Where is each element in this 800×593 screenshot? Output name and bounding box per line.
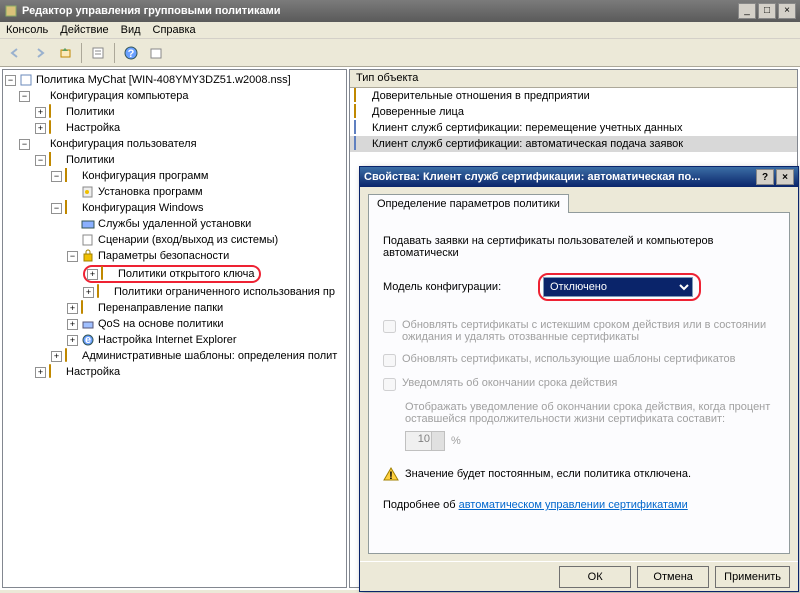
apply-button[interactable]: Применить	[715, 566, 790, 588]
app-icon	[4, 4, 18, 18]
dialog-help-button[interactable]: ?	[756, 169, 774, 185]
tab-policy-definition[interactable]: Определение параметров политики	[368, 194, 569, 213]
checkbox-label: Уведомлять об окончании срока действия	[402, 377, 617, 389]
help-toolbar-button[interactable]: ?	[120, 42, 142, 64]
checkbox-label: Обновлять сертификаты с истекшим сроком …	[402, 319, 775, 343]
options-button[interactable]	[87, 42, 109, 64]
notify-description: Отображать уведомление об окончании срок…	[405, 401, 775, 425]
list-item-label: Доверительные отношения в предприятии	[372, 90, 590, 102]
config-model-select[interactable]: Отключено	[543, 277, 693, 297]
list-item[interactable]: Клиент служб сертификации: автоматическа…	[350, 136, 797, 152]
collapse-icon[interactable]: −	[67, 251, 78, 262]
toolbar: ?	[0, 39, 800, 67]
tree-comp-settings[interactable]: Настройка	[66, 122, 120, 134]
expand-icon[interactable]: +	[35, 123, 46, 134]
ok-button[interactable]: ОК	[559, 566, 631, 588]
collapse-icon[interactable]: −	[19, 139, 30, 150]
tree-qos[interactable]: QoS на основе политики	[98, 318, 224, 330]
collapse-icon[interactable]: −	[35, 155, 46, 166]
tree-windows-config[interactable]: Конфигурация Windows	[82, 202, 204, 214]
list-item-label: Клиент служб сертификации: автоматическа…	[372, 138, 683, 150]
collapse-icon[interactable]: −	[19, 91, 30, 102]
collapse-icon[interactable]: −	[5, 75, 16, 86]
checkbox-notify-expiry	[383, 378, 396, 391]
svg-text:?: ?	[128, 48, 135, 60]
tree-user-config[interactable]: Конфигурация пользователя	[50, 138, 197, 150]
list-item[interactable]: Доверительные отношения в предприятии	[350, 88, 797, 104]
menu-view[interactable]: Вид	[121, 24, 141, 36]
tree-folder-redirect[interactable]: Перенаправление папки	[98, 302, 223, 314]
dialog-close-button[interactable]: ×	[776, 169, 794, 185]
tree-ie-settings[interactable]: Настройка Internet Explorer	[98, 334, 237, 346]
tree-user-settings[interactable]: Настройка	[66, 366, 120, 378]
properties-dialog: Свойства: Клиент служб сертификации: авт…	[359, 166, 799, 592]
tree-computer-config[interactable]: Конфигурация компьютера	[50, 90, 188, 102]
main-titlebar: Редактор управления групповыми политикам…	[0, 0, 800, 22]
tree-security-params[interactable]: Параметры безопасности	[98, 250, 229, 262]
maximize-button[interactable]: □	[758, 3, 776, 19]
dialog-title: Свойства: Клиент служб сертификации: авт…	[364, 171, 754, 183]
menu-console[interactable]: Консоль	[6, 24, 48, 36]
list-item[interactable]: Клиент служб сертификации: перемещение у…	[350, 120, 797, 136]
tree-scenarios[interactable]: Сценарии (вход/выход из системы)	[98, 234, 278, 246]
refresh-button[interactable]	[145, 42, 167, 64]
tree-pubkey-policies[interactable]: Политики открытого ключа	[118, 268, 254, 280]
svg-text:!: !	[389, 470, 393, 481]
collapse-icon[interactable]: −	[51, 171, 62, 182]
more-info-link[interactable]: автоматическом управлении сертификатами	[459, 499, 688, 511]
tree-restricted-policies[interactable]: Политики ограниченного использования пр	[114, 286, 335, 298]
expand-icon[interactable]: +	[35, 107, 46, 118]
config-model-label: Модель конфигурации:	[383, 281, 538, 293]
svg-text:e: e	[85, 334, 91, 346]
tree-user-policies[interactable]: Политики	[66, 154, 115, 166]
list-item[interactable]: Доверенные лица	[350, 104, 797, 120]
menu-help[interactable]: Справка	[153, 24, 196, 36]
list-item-label: Клиент служб сертификации: перемещение у…	[372, 122, 682, 134]
tree-remote-services[interactable]: Службы удаленной установки	[98, 218, 251, 230]
expand-icon[interactable]: +	[67, 319, 78, 330]
menu-bar: Консоль Действие Вид Справка	[0, 22, 800, 39]
dialog-footer: ОК Отмена Применить	[360, 561, 798, 591]
percent-spinner: 10	[405, 431, 445, 451]
dialog-titlebar[interactable]: Свойства: Клиент служб сертификации: авт…	[360, 167, 798, 187]
highlight-oval: + Политики открытого ключа	[83, 265, 261, 283]
tree-pane[interactable]: −Политика MyChat [WIN-408YMY3DZ51.w2008.…	[2, 69, 347, 588]
tree-software-install[interactable]: Установка программ	[98, 186, 203, 198]
expand-icon[interactable]: +	[51, 351, 62, 362]
tab-panel: Подавать заявки на сертификаты пользоват…	[368, 212, 790, 554]
checkbox-renew-templates	[383, 354, 396, 367]
more-info-prefix: Подробнее об	[383, 499, 459, 511]
window-title: Редактор управления групповыми политикам…	[22, 5, 736, 17]
cancel-button[interactable]: Отмена	[637, 566, 709, 588]
collapse-icon[interactable]: −	[51, 203, 62, 214]
warning-text: Значение будет постоянным, если политика…	[405, 468, 691, 480]
up-button[interactable]	[54, 42, 76, 64]
tree-admin-templates[interactable]: Административные шаблоны: определения по…	[82, 350, 337, 362]
list-item-label: Доверенные лица	[372, 106, 464, 118]
back-button[interactable]	[4, 42, 26, 64]
forward-button[interactable]	[29, 42, 51, 64]
expand-icon[interactable]: +	[67, 335, 78, 346]
minimize-button[interactable]: _	[738, 3, 756, 19]
percent-unit: %	[451, 435, 461, 447]
tab-strip: Определение параметров политики	[368, 193, 790, 212]
highlight-oval: Отключено	[538, 273, 701, 301]
close-button[interactable]: ×	[778, 3, 796, 19]
description-text: Подавать заявки на сертификаты пользоват…	[383, 235, 775, 259]
checkbox-renew-expired	[383, 320, 396, 333]
tree-comp-policies[interactable]: Политики	[66, 106, 115, 118]
expand-icon[interactable]: +	[67, 303, 78, 314]
checkbox-label: Обновлять сертификаты, использующие шабл…	[402, 353, 736, 365]
right-column-header[interactable]: Тип объекта	[350, 70, 797, 88]
tree-root[interactable]: Политика MyChat [WIN-408YMY3DZ51.w2008.n…	[36, 74, 291, 86]
expand-icon[interactable]: +	[83, 287, 94, 298]
expand-icon[interactable]: +	[35, 367, 46, 378]
expand-icon[interactable]: +	[87, 269, 98, 280]
tree-software-config[interactable]: Конфигурация программ	[82, 170, 208, 182]
menu-action[interactable]: Действие	[60, 24, 108, 36]
warning-icon: !	[383, 467, 399, 481]
